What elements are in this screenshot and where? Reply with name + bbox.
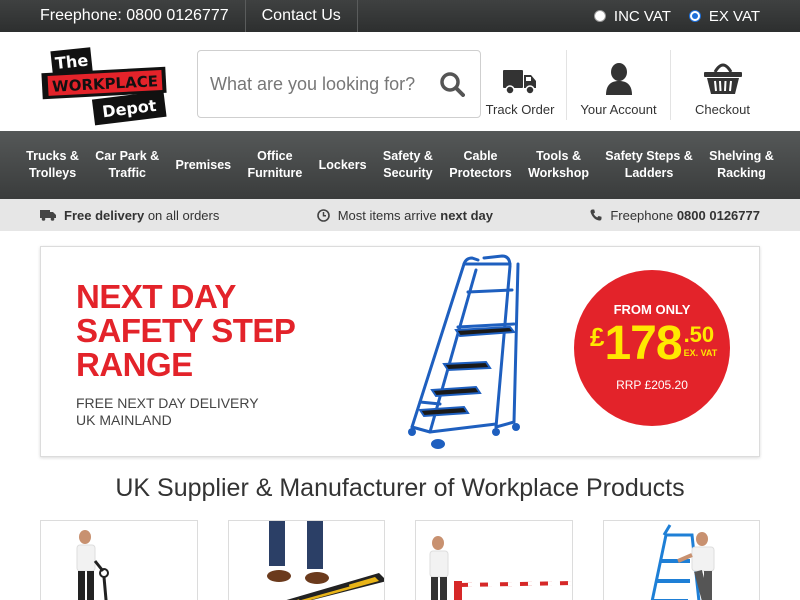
category-card-safety-steps[interactable]	[602, 520, 760, 600]
price-pence: .50	[683, 322, 715, 347]
ex-vat-radio[interactable]	[688, 10, 701, 22]
your-account-link[interactable]: Your Account	[566, 50, 670, 120]
next-day-bold: next day	[440, 207, 494, 223]
logo-the-text: The	[54, 51, 89, 73]
category-card-traffic-barriers[interactable]	[415, 520, 573, 600]
freephone-number[interactable]: Freephone: 0800 0126777	[0, 0, 246, 32]
price-amount: 178	[604, 317, 682, 370]
steps-image	[650, 524, 714, 600]
category-card-cable-protectors[interactable]	[227, 520, 385, 600]
ex-vat-note: EX. VAT	[683, 348, 718, 358]
basket-icon	[703, 63, 742, 94]
inc-vat-label: INC VAT	[613, 7, 671, 25]
next-day-usp: Most items arrive next day	[316, 207, 494, 223]
track-order-link[interactable]: Track Order	[474, 50, 566, 120]
promo-banner[interactable]: NEXT DAY SAFETY STEP RANGE FREE NEXT DAY…	[40, 246, 760, 457]
your-account-label: Your Account	[580, 102, 657, 117]
nav-premises[interactable]: Premises	[176, 157, 232, 174]
freephone-text: Freephone	[610, 207, 677, 223]
banner-headline-line-1: NEXT DAY	[76, 278, 236, 315]
nav-office-furniture[interactable]: Office Furniture	[247, 148, 302, 182]
price-value: £ 178 .50 EX. VAT	[590, 318, 717, 370]
site-header: The WORKPLACE Depot What are you looking…	[0, 32, 800, 131]
nav-trucks-trolleys[interactable]: Trucks & Trolleys	[26, 148, 79, 182]
search-box[interactable]: What are you looking for?	[197, 50, 481, 118]
top-bar: Freephone: 0800 0126777 Contact Us INC V…	[0, 0, 800, 32]
track-order-label: Track Order	[485, 102, 555, 117]
checkout-label: Checkout	[695, 102, 750, 117]
price-currency: £	[590, 322, 605, 352]
workplace-depot-logo[interactable]: The WORKPLACE Depot	[40, 40, 168, 126]
usp-strip: Free delivery on all orders Most items a…	[0, 199, 800, 231]
inc-vat-option[interactable]: INC VAT	[593, 7, 671, 25]
banner-headline: NEXT DAY SAFETY STEP RANGE	[76, 278, 296, 383]
banner-headline-line-2: SAFETY STEP	[76, 312, 296, 349]
banner-headline-line-3: RANGE	[76, 346, 193, 383]
banner-subtext: FREE NEXT DAY DELIVERY UK MAINLAND	[76, 395, 259, 429]
nav-safety-steps-ladders[interactable]: Safety Steps & Ladders	[605, 148, 693, 182]
main-nav: Trucks & Trolleys Car Park & Traffic Pre…	[0, 131, 800, 199]
next-day-text: Most items arrive	[337, 207, 441, 223]
checkout-link[interactable]: Checkout	[670, 50, 774, 120]
free-delivery-usp: Free delivery on all orders	[40, 208, 219, 223]
search-input[interactable]: What are you looking for?	[198, 74, 432, 95]
search-icon[interactable]	[432, 64, 472, 104]
inc-vat-radio[interactable]	[593, 10, 606, 22]
banner-sub-line-2: UK MAINLAND	[76, 412, 172, 428]
ex-vat-label: EX VAT	[708, 7, 760, 25]
banner-sub-line-1: FREE NEXT DAY DELIVERY	[76, 395, 259, 411]
cable-protector-image	[266, 521, 385, 600]
price-badge: FROM ONLY £ 178 .50 EX. VAT RRP £205.20	[574, 270, 730, 426]
contact-us-link[interactable]: Contact Us	[246, 0, 358, 32]
category-cards	[40, 520, 760, 600]
vat-toggle: INC VAT EX VAT	[593, 7, 800, 25]
nav-cable-protectors[interactable]: Cable Protectors	[449, 148, 512, 182]
nav-shelving-racking[interactable]: Shelving & Racking	[709, 148, 774, 182]
category-card-trucks[interactable]	[40, 520, 198, 600]
ex-vat-option[interactable]: EX VAT	[688, 7, 760, 25]
pallet-truck-image	[76, 530, 109, 600]
delivery-truck-icon	[40, 210, 56, 221]
phone-icon	[590, 209, 602, 221]
free-delivery-bold: Free delivery	[64, 207, 145, 223]
nav-tools-workshop[interactable]: Tools & Workshop	[528, 148, 589, 182]
clock-icon	[316, 208, 330, 222]
freephone-bold: 0800 0126777	[676, 207, 760, 223]
from-only-label: FROM ONLY	[613, 302, 691, 317]
rrp-price: RRP £205.20	[616, 378, 688, 392]
safety-step-ladder-image	[408, 254, 520, 449]
barrier-image	[429, 536, 572, 600]
freephone-usp[interactable]: Freephone 0800 0126777	[590, 208, 760, 223]
user-icon	[605, 63, 632, 95]
truck-icon	[503, 70, 536, 95]
header-links: Track Order Your Account Checkout	[474, 50, 774, 120]
free-delivery-text: on all orders	[144, 207, 220, 223]
section-title: UK Supplier & Manufacturer of Workplace …	[115, 474, 685, 502]
nav-safety-security[interactable]: Safety & Security	[383, 148, 433, 182]
nav-lockers[interactable]: Lockers	[319, 157, 367, 174]
nav-car-park-traffic[interactable]: Car Park & Traffic	[95, 148, 159, 182]
